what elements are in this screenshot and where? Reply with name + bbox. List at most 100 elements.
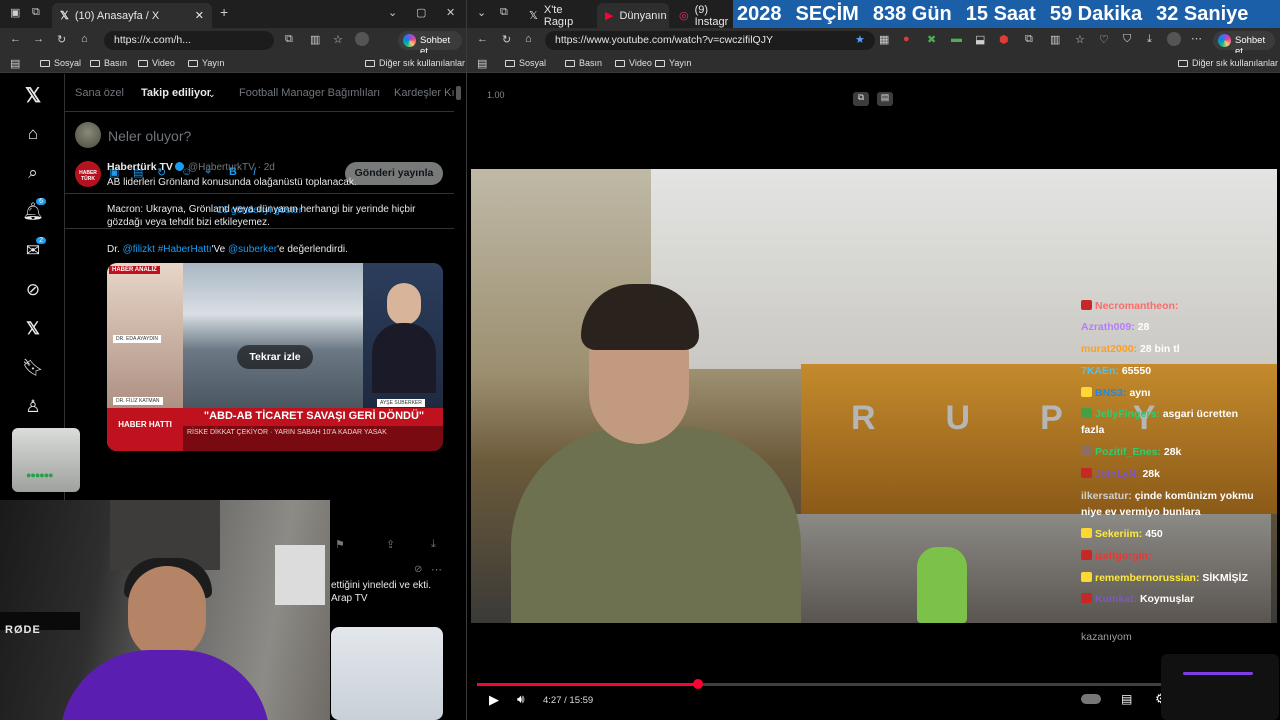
seek-bar-knob[interactable]	[693, 679, 704, 689]
copilot-button[interactable]: Sohbet et	[398, 31, 462, 57]
chat-message: JoinLyN: 28k	[1081, 466, 1277, 482]
bookmark-video[interactable]: Video	[138, 58, 175, 68]
workspaces-icon[interactable]: ⧉	[32, 6, 40, 19]
tab-following[interactable]: Takip ediliyor	[141, 87, 211, 99]
scrollbar-thumb[interactable]	[456, 86, 461, 100]
tab-for-you[interactable]: Sana özel	[75, 87, 124, 99]
grok-explain-icon[interactable]: ⊘	[414, 564, 422, 575]
grok-icon[interactable]: ⊘	[22, 279, 44, 301]
ext-4-icon[interactable]: ▬	[951, 33, 962, 45]
extensions-icon[interactable]: ⧉	[285, 33, 293, 46]
play-icon[interactable]: ▶	[489, 692, 499, 708]
more-options-icon[interactable]: ⋯	[431, 563, 442, 576]
forward-icon[interactable]: →	[33, 33, 44, 45]
tab-football-manager[interactable]: Football Manager Bağımlıları	[239, 87, 380, 99]
bookmark-sosyal[interactable]: Sosyal	[40, 58, 81, 68]
profile-avatar[interactable]	[1167, 32, 1181, 46]
bookmark-sosyal[interactable]: Sosyal	[505, 58, 546, 68]
replay-button[interactable]: Tekrar izle	[237, 345, 313, 369]
reading-list-icon[interactable]: ▤	[10, 57, 20, 70]
grok-explain-icon[interactable]: ⊘	[414, 161, 422, 172]
bookmark-other[interactable]: Diğer sık kullanılanlar	[1178, 58, 1278, 68]
subtitles-icon[interactable]: ▤	[1121, 692, 1132, 706]
explore-search-icon[interactable]: ⌕	[22, 162, 44, 184]
more-options-icon[interactable]: ⋯	[431, 160, 442, 173]
ext-5-icon[interactable]: ⬓	[975, 33, 985, 46]
tweet-author-avatar[interactable]: HABER TÜRK	[75, 161, 101, 187]
workspaces-icon[interactable]: ⧉	[500, 6, 508, 19]
window-close-icon[interactable]: ✕	[446, 6, 455, 19]
share-action-icon[interactable]: ⇪	[386, 538, 395, 551]
tab-x-ragip[interactable]: 𝕏 X'te Ragıp	[521, 3, 597, 28]
user-avatar[interactable]	[75, 122, 101, 148]
back-icon[interactable]: ←	[477, 33, 488, 45]
bookmark-other[interactable]: Diğer sık kullanılanlar	[365, 58, 465, 68]
folder-icon	[90, 59, 100, 67]
back-icon[interactable]: ←	[10, 33, 21, 45]
split-screen-icon[interactable]: ▥	[1050, 33, 1060, 46]
ext-2-icon[interactable]: ●	[903, 33, 910, 45]
tab-instagram[interactable]: ◎ (9) Instagr	[671, 3, 733, 28]
favorites-icon[interactable]: ☆	[333, 33, 343, 46]
bookmark-yayin[interactable]: Yayın	[655, 58, 691, 68]
premium-x-icon[interactable]: 𝕏	[22, 318, 44, 340]
chat-text: kazanıyom	[1081, 631, 1132, 643]
favorite-star-icon[interactable]: ★	[855, 33, 865, 46]
notes-icon[interactable]: ▤	[877, 92, 893, 106]
following-chevron-icon[interactable]: ⌄	[208, 89, 216, 100]
tab-youtube[interactable]: ▶ Dünyanın	[597, 3, 669, 28]
volume-icon[interactable]: 🔊︎	[517, 692, 525, 707]
bookmark-yayin[interactable]: Yayın	[188, 58, 224, 68]
verified-badge-icon	[174, 162, 184, 171]
bookmark-video[interactable]: Video	[615, 58, 652, 68]
settings-more-icon[interactable]: ⋯	[1191, 32, 1202, 45]
extensions-puzzle-icon[interactable]: ⧉	[1025, 33, 1033, 46]
split-screen-icon[interactable]: ▥	[310, 33, 320, 46]
profile-avatar[interactable]	[355, 32, 369, 46]
new-tab-icon[interactable]: +	[220, 4, 228, 20]
ext-1-icon[interactable]: ▦	[879, 33, 889, 46]
mention-link[interactable]: @filizkt #HaberHattı	[123, 244, 212, 255]
bookmark-basin[interactable]: Basın	[565, 58, 602, 68]
refresh-icon[interactable]: ↻	[57, 33, 66, 46]
bookmark-basin[interactable]: Basın	[90, 58, 127, 68]
tab-close-icon[interactable]: ✕	[195, 9, 204, 22]
maximize-icon[interactable]: ▢	[416, 6, 426, 19]
tab-actions-icon[interactable]: ▣	[10, 6, 20, 19]
home-nav-icon[interactable]: ⌂	[22, 123, 44, 145]
tweet-author-name[interactable]: Habertürk TV	[107, 161, 184, 173]
tab-x-home[interactable]: 𝕏 (10) Anasayfa / X ✕	[52, 3, 212, 28]
reading-list-icon[interactable]: ▤	[477, 57, 487, 70]
home-icon[interactable]: ⌂	[81, 33, 88, 45]
download-action-icon[interactable]: ⤓	[431, 538, 436, 551]
messages-mail-icon[interactable]: ✉ 2	[22, 237, 46, 262]
seek-bar[interactable]	[477, 679, 1273, 689]
left-tab-strip: ▣ ⧉ 𝕏 (10) Anasayfa / X ✕ + ⌄ ▢ ✕	[0, 0, 466, 28]
address-field[interactable]: https://x.com/h...	[104, 31, 274, 50]
refresh-icon[interactable]: ↻	[502, 33, 511, 46]
mention-link[interactable]: @suberker	[228, 244, 277, 255]
downloads-icon[interactable]: ⤓	[1147, 33, 1152, 46]
minimize-icon[interactable]: ⌄	[388, 6, 397, 19]
user-badge-icon	[1081, 528, 1092, 538]
collections-icon[interactable]: ♡	[1099, 33, 1109, 46]
address-field[interactable]: https://www.youtube.com/watch?v=cwczifil…	[545, 31, 875, 50]
bookmarks-icon[interactable]: 🔖︎	[22, 357, 44, 379]
ext-6-icon[interactable]: ⬢	[999, 33, 1009, 46]
notifications-bell-icon[interactable]: 🔔︎ 6	[22, 198, 46, 223]
miniplayer-icon[interactable]: ⧉	[853, 92, 869, 106]
copilot-button[interactable]: Sohbet et	[1213, 31, 1275, 57]
x-logo-icon[interactable]: 𝕏	[22, 84, 44, 107]
favorites-icon[interactable]: ☆	[1075, 33, 1085, 46]
bookmark-action-icon[interactable]: ⚑	[335, 538, 345, 551]
tab-kardesler[interactable]: Kardeşler Kı	[394, 87, 455, 99]
compose-input[interactable]: Neler oluyor?	[108, 128, 191, 144]
home-icon[interactable]: ⌂	[525, 33, 532, 45]
browser-essentials-icon[interactable]: ⛉	[1123, 33, 1131, 46]
tweet2-image[interactable]	[331, 627, 443, 720]
tweet-video[interactable]: HABER ANALİZ DR. EDA AYAYDIN DR. FİLİZ K…	[107, 263, 443, 451]
ext-3-icon[interactable]: ✖	[927, 33, 936, 46]
tab-actions-icon[interactable]: ⌄	[477, 6, 486, 19]
profile-person-icon[interactable]: ♙	[22, 396, 44, 418]
autoplay-toggle[interactable]	[1081, 694, 1101, 704]
